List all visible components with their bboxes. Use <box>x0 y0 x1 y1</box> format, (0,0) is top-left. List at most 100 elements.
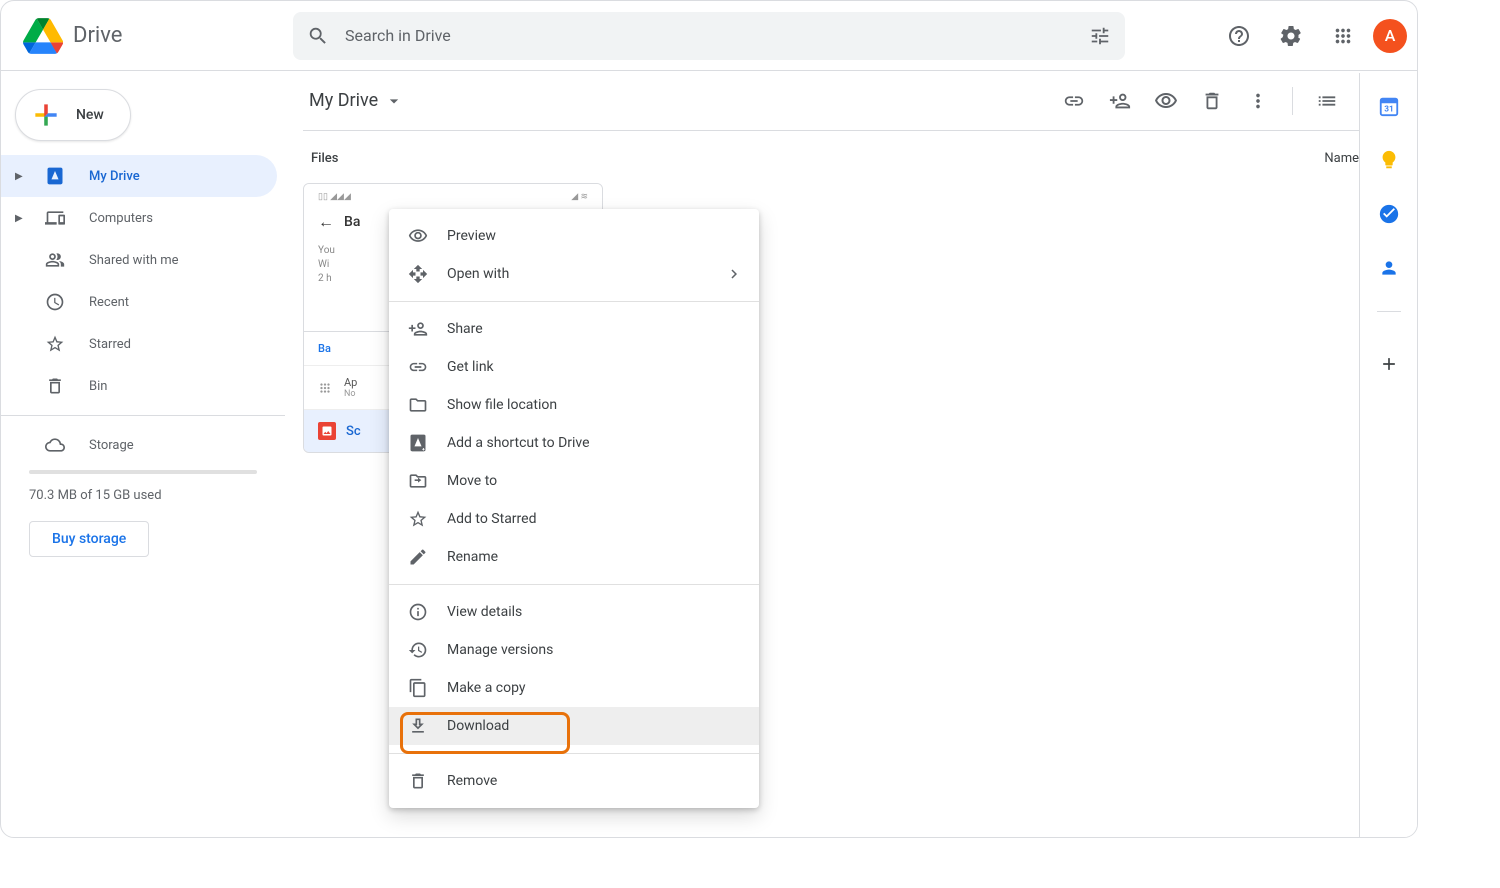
sidebar-item-computers[interactable]: ▶ Computers <box>1 197 277 239</box>
trash-icon <box>45 376 65 396</box>
nav-label: Storage <box>89 438 134 453</box>
eye-icon <box>1154 89 1178 113</box>
new-button[interactable]: New <box>15 89 131 141</box>
download-icon <box>408 716 428 736</box>
menu-add-shortcut[interactable]: Add a shortcut to Drive <box>389 424 759 462</box>
sidebar-item-starred[interactable]: Starred <box>1 323 277 365</box>
recent-icon <box>45 292 65 312</box>
drive-logo-icon <box>23 16 63 56</box>
nav-label: Bin <box>89 379 107 394</box>
trash-icon <box>1201 90 1223 112</box>
tasks-icon <box>1378 203 1400 225</box>
open-with-icon <box>408 264 428 284</box>
header: Drive A <box>1 1 1417 71</box>
files-section-label: Files <box>311 151 338 166</box>
sidebar-item-recent[interactable]: Recent <box>1 281 277 323</box>
toolbar: My Drive <box>303 71 1417 131</box>
nav-label: My Drive <box>89 169 140 184</box>
nav-label: Computers <box>89 211 153 226</box>
menu-make-copy[interactable]: Make a copy <box>389 669 759 707</box>
settings-button[interactable] <box>1269 14 1313 58</box>
nav-label: Recent <box>89 295 129 310</box>
storage-used-text: 70.3 MB of 15 GB used <box>29 488 285 503</box>
apps-grid-icon <box>1332 25 1354 47</box>
nav-label: Starred <box>89 337 131 352</box>
search-options-icon[interactable] <box>1089 25 1111 47</box>
history-icon <box>408 640 428 660</box>
star-icon <box>408 509 428 529</box>
my-drive-icon <box>45 166 65 186</box>
sidebar-item-storage[interactable]: Storage <box>1 424 277 466</box>
sidebar-item-my-drive[interactable]: ▶ My Drive <box>1 155 277 197</box>
move-folder-icon <box>408 471 428 491</box>
menu-download[interactable]: Download <box>389 707 759 745</box>
trash-icon <box>408 771 428 791</box>
view-list-button[interactable] <box>1305 79 1349 123</box>
link-icon <box>1063 90 1085 112</box>
help-icon <box>1227 24 1251 48</box>
logo-area[interactable]: Drive <box>23 16 293 56</box>
search-icon <box>307 25 329 47</box>
apps-button[interactable] <box>1321 14 1365 58</box>
context-menu: Preview Open with Share Get link Show fi… <box>389 209 759 808</box>
menu-share[interactable]: Share <box>389 310 759 348</box>
copy-icon <box>408 678 428 698</box>
get-addons-button[interactable] <box>1369 344 1409 384</box>
app-title: Drive <box>73 23 122 48</box>
chevron-down-icon <box>384 91 404 111</box>
chevron-right-icon <box>725 265 743 283</box>
menu-manage-versions[interactable]: Manage versions <box>389 631 759 669</box>
search-bar[interactable] <box>293 12 1125 60</box>
gear-icon <box>1279 24 1303 48</box>
menu-get-link[interactable]: Get link <box>389 348 759 386</box>
menu-preview[interactable]: Preview <box>389 217 759 255</box>
menu-rename[interactable]: Rename <box>389 538 759 576</box>
storage-meter <box>29 470 257 474</box>
plus-icon <box>30 99 62 131</box>
menu-view-details[interactable]: View details <box>389 593 759 631</box>
keep-icon <box>1378 149 1400 171</box>
menu-remove[interactable]: Remove <box>389 762 759 800</box>
sidebar-item-shared[interactable]: Shared with me <box>1 239 277 281</box>
shared-icon <box>45 250 65 270</box>
sort-label-text: Name <box>1324 151 1359 166</box>
calendar-icon: 31 <box>1378 95 1400 117</box>
account-avatar[interactable]: A <box>1373 19 1407 53</box>
search-input[interactable] <box>345 26 1073 45</box>
contacts-addon[interactable] <box>1378 257 1400 279</box>
menu-add-starred[interactable]: Add to Starred <box>389 500 759 538</box>
file-name: Sc <box>346 424 361 439</box>
svg-text:31: 31 <box>1384 105 1393 115</box>
get-link-button[interactable] <box>1052 79 1096 123</box>
more-actions-button[interactable] <box>1236 79 1280 123</box>
share-person-icon <box>1109 90 1131 112</box>
more-vert-icon <box>1247 90 1269 112</box>
menu-move-to[interactable]: Move to <box>389 462 759 500</box>
calendar-addon[interactable]: 31 <box>1378 95 1400 117</box>
share-icon <box>408 319 428 339</box>
sidebar-item-bin[interactable]: Bin <box>1 365 277 407</box>
buy-storage-button[interactable]: Buy storage <box>29 521 149 557</box>
breadcrumb-label: My Drive <box>309 90 378 111</box>
image-file-icon <box>318 422 336 440</box>
view-list-icon <box>1316 90 1338 112</box>
side-panel: 31 <box>1359 73 1417 837</box>
sidebar: New ▶ My Drive ▶ Computers Shared with m… <box>1 71 285 837</box>
new-button-label: New <box>76 107 104 123</box>
cloud-icon <box>45 435 65 455</box>
breadcrumb[interactable]: My Drive <box>303 86 410 115</box>
plus-icon <box>1379 354 1399 374</box>
menu-show-location[interactable]: Show file location <box>389 386 759 424</box>
tasks-addon[interactable] <box>1378 203 1400 225</box>
delete-button[interactable] <box>1190 79 1234 123</box>
person-icon <box>1379 258 1399 278</box>
star-icon <box>45 334 65 354</box>
info-icon <box>408 602 428 622</box>
support-button[interactable] <box>1217 14 1261 58</box>
link-icon <box>408 357 428 377</box>
preview-button[interactable] <box>1144 79 1188 123</box>
keep-addon[interactable] <box>1378 149 1400 171</box>
share-button[interactable] <box>1098 79 1142 123</box>
pencil-icon <box>408 547 428 567</box>
menu-open-with[interactable]: Open with <box>389 255 759 293</box>
